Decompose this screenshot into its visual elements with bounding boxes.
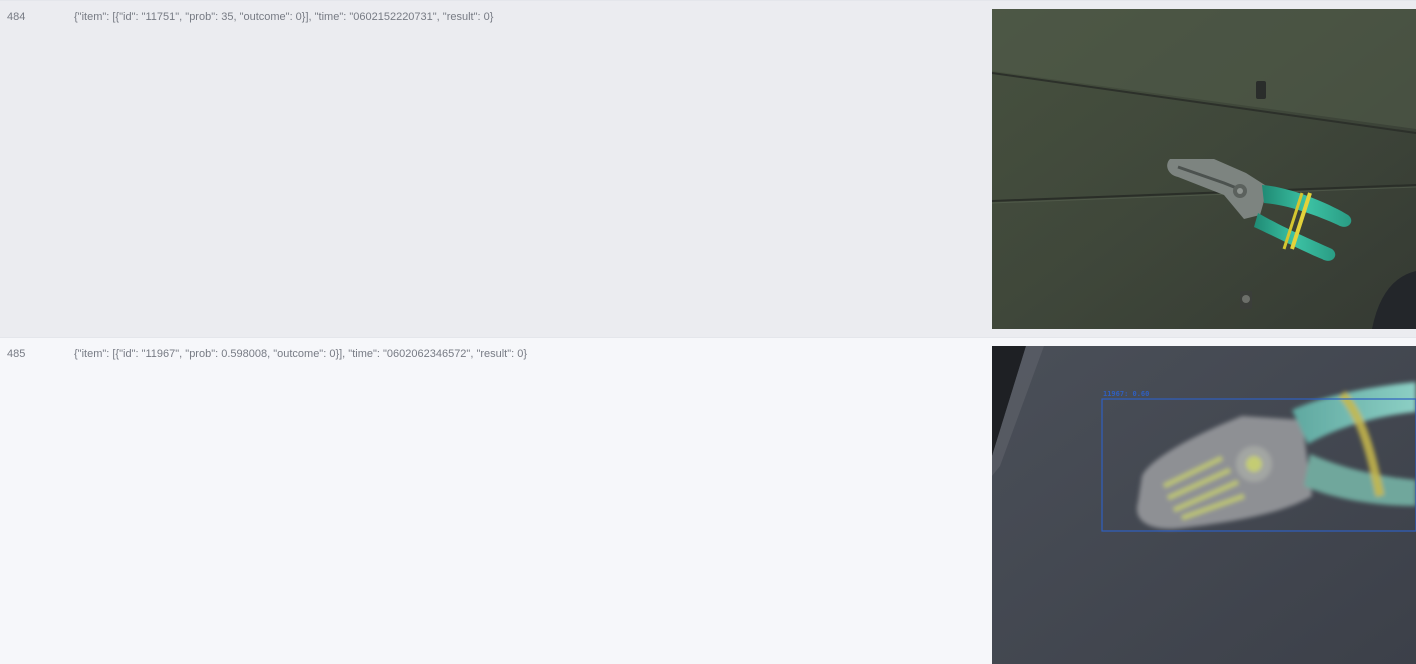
wire-stripper-photo: [992, 9, 1416, 329]
detection-label: 11967: 0.60: [1103, 390, 1149, 398]
row-image[interactable]: 11967: 0.60: [992, 346, 1416, 664]
row-json-value: {"item": [{"id": "11967", "prob": 0.5980…: [74, 348, 528, 360]
table-row[interactable]: 484 {"item": [{"id": "11751", "prob": 35…: [0, 0, 1416, 338]
table-row[interactable]: 485 {"item": [{"id": "11967", "prob": 0.…: [0, 337, 1416, 664]
results-table: 484 {"item": [{"id": "11751", "prob": 35…: [0, 0, 1416, 664]
row-index: 484: [7, 11, 26, 23]
row-image[interactable]: [992, 9, 1416, 329]
row-json-value: {"item": [{"id": "11751", "prob": 35, "o…: [74, 11, 494, 23]
wire-stripper-photo-blurred: 11967: 0.60: [992, 346, 1416, 664]
row-index: 485: [7, 348, 26, 360]
